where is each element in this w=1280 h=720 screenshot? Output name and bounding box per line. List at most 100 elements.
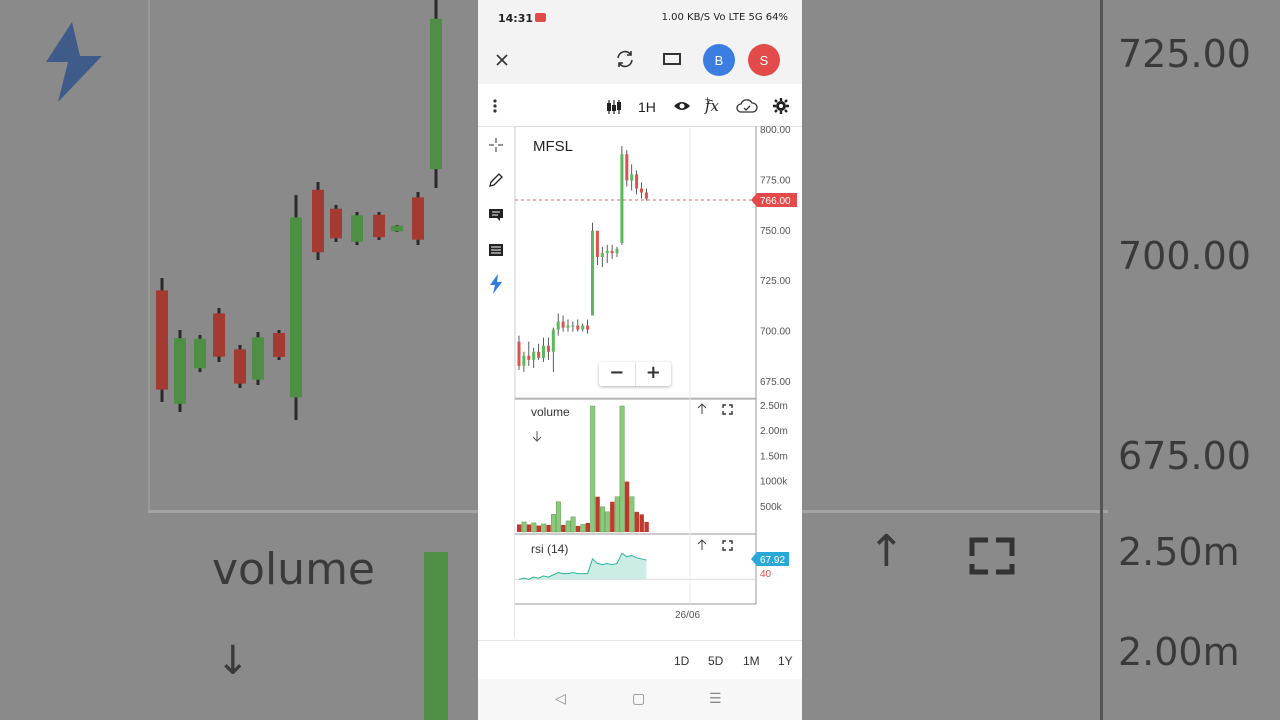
price-tick: 725.00 [760, 276, 791, 287]
status-indicators: 1.00 KB/S Vo LTE 5G 64% [661, 12, 788, 23]
list-icon[interactable] [485, 239, 507, 261]
status-time: 14:31 [498, 12, 534, 25]
volume-bar [600, 506, 605, 533]
candle [640, 188, 643, 193]
range-button[interactable]: 1Y [778, 654, 793, 668]
candle [556, 321, 560, 330]
cloud-check-icon[interactable] [735, 96, 759, 116]
symbol-label: MFSL [533, 138, 573, 155]
drawing-tools [478, 126, 515, 638]
volume-bar [561, 524, 566, 532]
candle [625, 154, 629, 181]
pencil-icon[interactable] [485, 169, 507, 191]
arrow-down-icon[interactable] [532, 431, 542, 442]
price-tick: 800.00 [760, 126, 791, 136]
arrow-up-icon[interactable] [697, 403, 707, 414]
volume-bar [521, 521, 527, 533]
rsi-level: 40 [760, 569, 772, 580]
svg-text:+: + [704, 95, 711, 104]
candle [615, 248, 619, 253]
range-bar: 1D 5D 1M 1Y [478, 640, 802, 679]
volume-bar [565, 520, 571, 533]
last-price-value: 766.00 [760, 196, 791, 207]
volume-tick: 2.50m [760, 401, 788, 412]
candle [581, 325, 585, 330]
price-pane-frame [514, 125, 757, 399]
volume-bar [531, 522, 537, 533]
volume-bar [551, 514, 556, 533]
zoom-controls: − + [599, 362, 671, 386]
candle [576, 325, 580, 330]
volume-bar [644, 521, 649, 532]
volume-bar [580, 524, 586, 533]
time-tick: 26/06 [675, 610, 700, 621]
volume-bar [614, 496, 620, 533]
chart-area[interactable]: 800.00 775.00 750.00 725.00 700.00 675.00 2.50… [514, 125, 802, 638]
candle [542, 345, 545, 358]
rsi-value: 67.92 [760, 555, 785, 566]
eye-icon[interactable] [671, 96, 693, 116]
candle [551, 329, 555, 352]
lightning-icon[interactable] [485, 273, 507, 295]
range-button[interactable]: 5D [708, 654, 723, 668]
volume-tick: 1000k [760, 477, 788, 488]
volume-bar [595, 496, 600, 532]
status-bar: 14:31 1.00 KB/S Vo LTE 5G 64% [478, 0, 802, 36]
kebab-menu-icon[interactable] [486, 96, 504, 116]
crosshair-icon[interactable] [485, 134, 507, 156]
candle [605, 250, 609, 253]
volume-tick: 1.50m [760, 451, 788, 462]
volume-bar [634, 511, 639, 532]
volume-bar [610, 501, 615, 532]
system-nav-bar: ◁ ▢ ☰ [478, 679, 802, 720]
volume-bar [536, 525, 541, 532]
volume-bar [604, 511, 610, 533]
candle [561, 321, 565, 328]
volume-bar [555, 501, 561, 533]
arrow-up-icon[interactable] [697, 539, 707, 550]
rectangle-icon[interactable] [660, 47, 684, 71]
top-bar: B S [478, 36, 802, 84]
zoom-in-button[interactable]: + [636, 362, 672, 386]
home-button[interactable]: ▢ [632, 691, 645, 707]
volume-bar [526, 524, 532, 532]
candle [610, 250, 614, 253]
volume-bar [541, 523, 547, 533]
volume-label: volume [531, 405, 570, 419]
volume-bar [517, 524, 522, 532]
candle [600, 252, 604, 258]
chart-toolbar: 1H fx + [478, 86, 802, 127]
candle [571, 325, 575, 327]
volume-bar [575, 525, 581, 532]
price-tick: 750.00 [760, 226, 791, 237]
price-tick: 700.00 [760, 327, 791, 338]
volume-bar [624, 481, 630, 532]
fx-icon[interactable]: fx + [702, 94, 726, 118]
candle [532, 351, 536, 360]
candle [527, 355, 531, 360]
volume-bar [570, 516, 576, 533]
close-icon[interactable] [490, 48, 514, 72]
sell-button[interactable]: S [748, 44, 780, 76]
buy-button[interactable]: B [703, 44, 735, 76]
zoom-out-button[interactable]: − [599, 362, 636, 386]
candles-icon[interactable] [604, 97, 624, 117]
comment-icon[interactable] [485, 204, 507, 226]
range-button[interactable]: 1M [743, 654, 760, 668]
gear-icon[interactable] [771, 96, 791, 116]
candle [517, 341, 521, 366]
candle [591, 230, 594, 316]
rsi-fill [519, 553, 647, 580]
expand-icon[interactable] [722, 540, 733, 551]
rsi-label: rsi (14) [531, 542, 568, 556]
back-button[interactable]: ◁ [555, 691, 566, 707]
range-button[interactable]: 1D [674, 654, 689, 668]
volume-bar [629, 496, 635, 533]
candle [635, 174, 639, 189]
refresh-icon[interactable] [613, 47, 637, 71]
interval-selector[interactable]: 1H [638, 99, 656, 115]
expand-icon[interactable] [722, 404, 733, 415]
recents-button[interactable]: ☰ [709, 691, 722, 707]
candle [620, 154, 624, 243]
candle [586, 325, 590, 330]
